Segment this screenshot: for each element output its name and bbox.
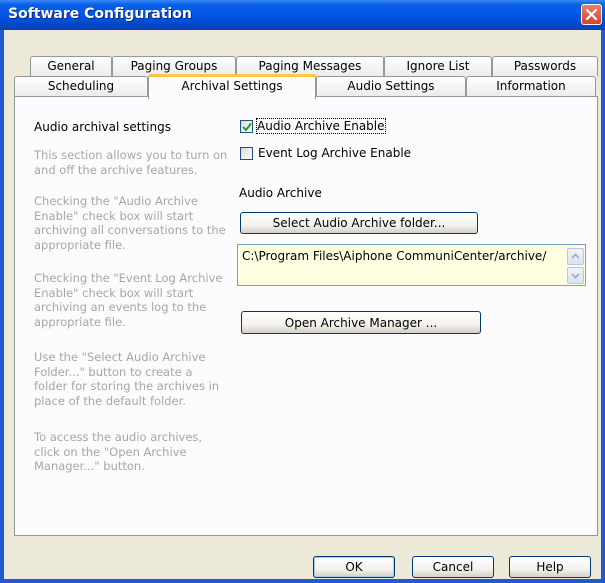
cancel-button[interactable]: Cancel	[412, 556, 494, 578]
close-button[interactable]	[581, 4, 602, 25]
path-scrollbar[interactable]	[567, 246, 584, 284]
section-title: Audio archival settings	[34, 120, 171, 134]
chevron-down-icon	[571, 273, 580, 279]
checkmark-icon	[242, 122, 252, 132]
tab-ignore-list[interactable]: Ignore List	[384, 56, 492, 76]
archive-path-field[interactable]: C:\Program Files\Aiphone CommuniCenter/a…	[237, 244, 586, 286]
tab-information[interactable]: Information	[466, 76, 596, 96]
select-audio-archive-folder-button[interactable]: Select Audio Archive folder...	[240, 212, 478, 234]
tab-general[interactable]: General	[30, 56, 112, 76]
window-title: Software Configuration	[8, 6, 192, 22]
tab-passwords[interactable]: Passwords	[492, 56, 598, 76]
tab-paging-groups[interactable]: Paging Groups	[112, 56, 236, 76]
archive-path-text: C:\Program Files\Aiphone CommuniCenter/a…	[242, 249, 547, 263]
scroll-up-button[interactable]	[567, 248, 584, 265]
chevron-up-icon	[571, 253, 580, 259]
audio-archive-enable-label[interactable]: Audio Archive Enable	[256, 118, 386, 134]
audio-archive-enable-checkbox[interactable]	[240, 120, 253, 133]
tab-paging-messages[interactable]: Paging Messages	[236, 56, 384, 76]
tab-audio-settings[interactable]: Audio Settings	[316, 76, 466, 96]
tab-scheduling[interactable]: Scheduling	[14, 76, 148, 96]
help-paragraph: Checking the "Audio Archive Enable" chec…	[34, 194, 226, 252]
open-archive-manager-button[interactable]: Open Archive Manager ...	[241, 311, 481, 334]
tab-archival-settings[interactable]: Archival Settings	[148, 74, 316, 99]
help-paragraph: This section allows you to turn on and o…	[34, 148, 228, 177]
title-bar[interactable]: Software Configuration	[0, 0, 605, 30]
help-paragraph: Checking the "Event Log Archive Enable" …	[34, 271, 223, 329]
ok-button[interactable]: OK	[313, 556, 395, 578]
software-configuration-window: Software Configuration General Paging Gr…	[0, 0, 605, 583]
event-log-archive-enable-label[interactable]: Event Log Archive Enable	[258, 146, 411, 160]
help-paragraph: To access the audio archives, click on t…	[34, 430, 203, 473]
close-icon	[585, 8, 598, 21]
audio-archive-label: Audio Archive	[239, 186, 322, 200]
help-paragraph: Use the "Select Audio Archive Folder..."…	[34, 350, 220, 408]
help-button[interactable]: Help	[509, 556, 591, 578]
event-log-archive-enable-checkbox[interactable]	[240, 147, 253, 160]
scroll-down-button[interactable]	[567, 267, 584, 284]
